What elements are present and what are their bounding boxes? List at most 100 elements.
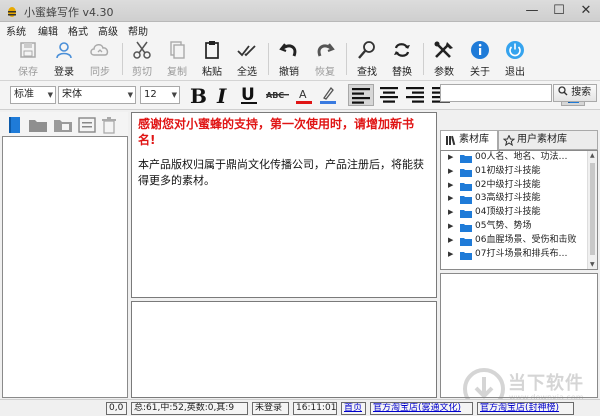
save-icon <box>20 42 36 58</box>
minimize-button[interactable]: — <box>518 0 546 22</box>
tree-item[interactable]: ▶ 05气势、势场 <box>441 220 597 234</box>
menu-system[interactable]: 系统 <box>6 23 26 38</box>
login-button[interactable]: 登录 <box>48 39 80 79</box>
style-select[interactable]: 标准 ▼ <box>10 86 56 104</box>
select-all-button[interactable]: 全选 <box>231 39 263 79</box>
tree-item[interactable]: ▶ 07打斗场景和排兵布… <box>441 248 597 262</box>
redo-button[interactable]: 恢复 <box>309 39 341 79</box>
editor-text: 本产品版权归属于鼎尚文化传播公司，产品注册后，将能获得更多的素材。 <box>138 158 424 187</box>
align-left-button[interactable] <box>348 84 374 106</box>
tree-item[interactable]: ▶ 06血腥场景、受伤和击败 <box>441 234 597 248</box>
highlighter-icon <box>320 86 336 104</box>
align-center-button[interactable] <box>377 84 401 106</box>
welcome-notice: 感谢您对小蜜蜂的支持，第一次使用时，请增加新书名! <box>138 117 415 147</box>
params-button[interactable]: 参数 <box>428 39 460 79</box>
cursor-position: 0,0 <box>106 402 127 415</box>
expand-arrow-icon[interactable]: ▶ <box>448 248 453 262</box>
expand-arrow-icon[interactable]: ▶ <box>448 151 453 165</box>
close-button[interactable]: ✕ <box>572 0 600 22</box>
expand-arrow-icon[interactable]: ▶ <box>448 179 453 193</box>
tab-material[interactable]: 素材库 <box>440 130 498 150</box>
login-label: 登录 <box>54 67 74 78</box>
tree-item-label: 04顶级打斗技能 <box>475 207 541 218</box>
expand-arrow-icon[interactable]: ▶ <box>448 192 453 206</box>
tree-item[interactable]: ▶ 04顶级打斗技能 <box>441 206 597 220</box>
font-select[interactable]: 宋体 ▼ <box>58 86 136 104</box>
align-center-icon <box>380 87 398 103</box>
cut-button[interactable]: 剪切 <box>126 39 158 79</box>
font-size-select[interactable]: 12 ▼ <box>140 86 180 104</box>
main-toolbar: 保存 登录 同步 剪切 复制 粘贴 全选 撤销 恢复 查找 替换 参数 关于 退… <box>0 37 600 81</box>
svg-text:ABC: ABC <box>266 91 284 100</box>
scissors-icon <box>133 41 151 59</box>
undo-button[interactable]: 撤销 <box>273 39 305 79</box>
shop-link-2[interactable]: 官方淘宝店(封神榜) <box>477 402 574 415</box>
menu-edit[interactable]: 编辑 <box>38 23 58 38</box>
home-link[interactable]: 首页 <box>341 402 366 415</box>
expand-arrow-icon[interactable]: ▶ <box>448 206 453 220</box>
italic-button[interactable]: I <box>212 84 234 108</box>
cloud-sync-icon <box>90 44 109 56</box>
search-button[interactable]: 搜索 <box>553 84 597 102</box>
tree-item[interactable]: ▶ 01初级打斗技能 <box>441 165 597 179</box>
tree-item[interactable]: ▶ 02中级打斗技能 <box>441 179 597 193</box>
folder-export-icon[interactable] <box>53 116 73 134</box>
clock: 16:11:01 <box>293 402 337 415</box>
expand-arrow-icon[interactable]: ▶ <box>448 234 453 248</box>
folder-icon <box>460 210 472 219</box>
expand-arrow-icon[interactable]: ▶ <box>448 165 453 179</box>
search-input[interactable] <box>440 84 552 102</box>
editor-area[interactable]: 感谢您对小蜜蜂的支持，第一次使用时，请增加新书名! 本产品版权归属于鼎尚文化传播… <box>131 112 437 298</box>
tab-user-material[interactable]: 用户素材库 <box>498 130 598 150</box>
maximize-button[interactable]: ☐ <box>545 0 573 22</box>
tab-material-label: 素材库 <box>459 134 489 145</box>
undo-label: 撤销 <box>279 67 299 78</box>
highlight-button[interactable] <box>318 84 338 106</box>
folder-icon <box>460 237 472 246</box>
scroll-thumb[interactable] <box>590 163 595 255</box>
trash-icon[interactable] <box>101 116 117 134</box>
font-color-button[interactable]: A <box>294 84 314 106</box>
strikethrough-button[interactable]: ABC <box>265 84 291 106</box>
align-right-button[interactable] <box>403 84 427 106</box>
redo-icon <box>317 43 335 57</box>
notes-area[interactable] <box>131 301 437 398</box>
svg-text:A: A <box>299 88 307 101</box>
tree-item[interactable]: ▶ 00人名、地名、功法… <box>441 151 597 165</box>
new-book-icon[interactable] <box>6 116 22 134</box>
params-label: 参数 <box>434 67 454 78</box>
scroll-up-icon[interactable]: ▲ <box>590 152 595 159</box>
expand-arrow-icon[interactable]: ▶ <box>448 220 453 234</box>
scroll-down-icon[interactable]: ▼ <box>590 261 595 268</box>
list-view-icon[interactable] <box>78 116 96 134</box>
svg-text:I: I <box>216 84 227 106</box>
copy-button[interactable]: 复制 <box>161 39 193 79</box>
shop-link-1[interactable]: 官方淘宝店(雾通文化) <box>370 402 473 415</box>
book-tree-panel[interactable] <box>2 136 128 398</box>
folder-icon <box>460 155 472 163</box>
style-value: 标准 <box>14 89 34 100</box>
underline-button[interactable]: U <box>237 84 261 106</box>
material-tree[interactable]: ▶ 00人名、地名、功法… ▶ 01初级打斗技能 ▶ 02中级打斗技能 ▶ 03高级打斗… <box>440 150 598 270</box>
bold-button[interactable]: B <box>186 84 208 108</box>
about-button[interactable]: 关于 <box>464 39 496 79</box>
select-all-label: 全选 <box>237 67 257 78</box>
menu-help[interactable]: 帮助 <box>128 23 148 38</box>
replace-button[interactable]: 替换 <box>386 39 418 79</box>
exit-button[interactable]: 退出 <box>499 39 531 79</box>
align-right-icon <box>406 87 424 103</box>
find-button[interactable]: 查找 <box>351 39 383 79</box>
paste-button[interactable]: 粘贴 <box>196 39 228 79</box>
folder-icon <box>460 196 472 205</box>
folder-icon[interactable] <box>28 116 48 134</box>
tree-item[interactable]: ▶ 03高级打斗技能 <box>441 192 597 206</box>
toolbar-separator <box>423 43 424 75</box>
save-button[interactable]: 保存 <box>12 39 44 79</box>
sync-button[interactable]: 同步 <box>84 39 116 79</box>
menu-format[interactable]: 格式 <box>68 23 88 38</box>
double-check-icon <box>237 45 256 57</box>
tree-scrollbar[interactable]: ▲ ▼ <box>587 151 597 269</box>
menu-advanced[interactable]: 高级 <box>98 23 118 38</box>
folder-icon <box>460 168 472 177</box>
power-icon <box>506 41 524 59</box>
